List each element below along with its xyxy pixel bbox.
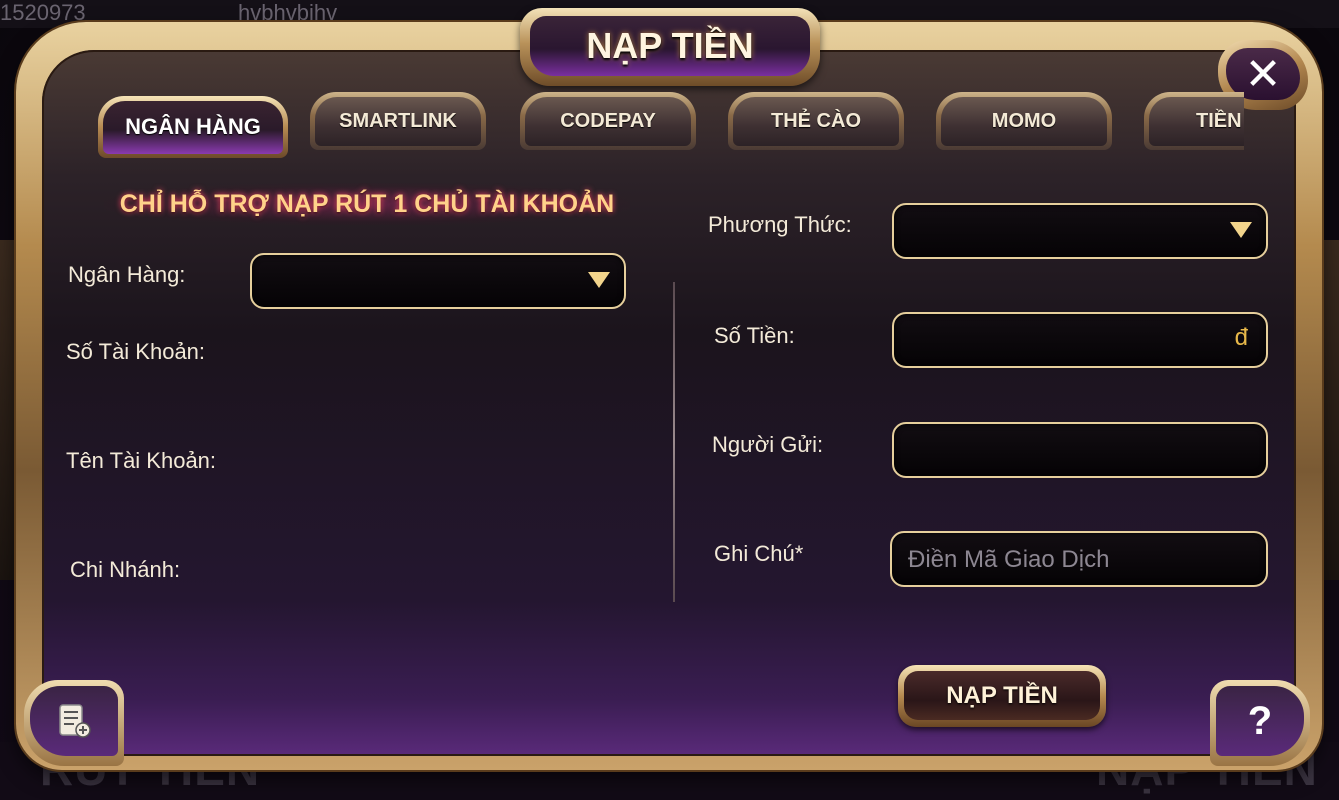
sender-field[interactable] <box>892 422 1268 478</box>
tab-momo[interactable]: MOMO <box>936 92 1112 150</box>
account-number-label: Số Tài Khoản: <box>66 339 206 364</box>
tab-label: NGÂN HÀNG <box>125 114 261 139</box>
note-label: Ghi Chú* <box>714 541 804 566</box>
help-icon: ? <box>1247 698 1273 743</box>
tab-label: CODEPAY <box>560 109 656 132</box>
account-name-label: Tên Tài Khoản: <box>66 448 217 473</box>
notice-banner: CHỈ HỖ TRỢ NẠP RÚT 1 CHỦ TÀI KHOẢN <box>104 183 630 225</box>
tab-tien[interactable]: TIỀN <box>1144 92 1244 150</box>
submit-label: NẠP TIỀN <box>946 681 1058 709</box>
amount-field[interactable]: đ <box>892 312 1268 368</box>
method-label: Phương Thức: <box>708 212 852 237</box>
bank-label: Ngân Hàng: <box>68 262 186 287</box>
amount-label: Số Tiền: <box>714 323 795 348</box>
panel-divider <box>673 282 675 602</box>
branch-label: Chi Nhánh: <box>70 557 181 582</box>
tab-codepay[interactable]: CODEPAY <box>520 92 696 150</box>
tab-label: TIỀN <box>1196 109 1242 132</box>
amount-input[interactable] <box>908 314 1252 368</box>
history-button[interactable] <box>24 680 124 766</box>
tab-label: MOMO <box>991 109 1057 132</box>
scroll-history-icon <box>59 704 91 738</box>
sender-label: Người Gửi: <box>712 432 824 457</box>
tab-label: THẺ CÀO <box>771 109 861 132</box>
submit-deposit-button[interactable]: NẠP TIỀN <box>898 665 1106 727</box>
chevron-down-icon <box>1230 222 1252 238</box>
help-button[interactable]: ? <box>1210 680 1310 766</box>
tab-the-cao[interactable]: THẺ CÀO <box>728 92 904 150</box>
sender-input[interactable] <box>908 424 1252 478</box>
close-icon: ✕ <box>1244 48 1282 100</box>
chevron-down-icon <box>588 272 610 288</box>
notice-text: CHỈ HỖ TRỢ NẠP RÚT 1 CHỦ TÀI KHOẢN <box>119 189 615 218</box>
bank-select[interactable] <box>250 253 626 309</box>
currency-symbol: đ <box>1234 324 1248 351</box>
tab-ngan-hang[interactable]: NGÂN HÀNG <box>98 96 288 158</box>
method-select[interactable] <box>892 203 1268 259</box>
tab-label: SMARTLINK <box>339 109 457 132</box>
dialog-title: NẠP TIỀN <box>586 25 754 66</box>
note-input[interactable] <box>906 533 1252 587</box>
note-field[interactable] <box>890 531 1268 587</box>
tab-smartlink[interactable]: SMARTLINK <box>310 92 486 150</box>
dialog-title-plate: NẠP TIỀN <box>520 8 820 86</box>
